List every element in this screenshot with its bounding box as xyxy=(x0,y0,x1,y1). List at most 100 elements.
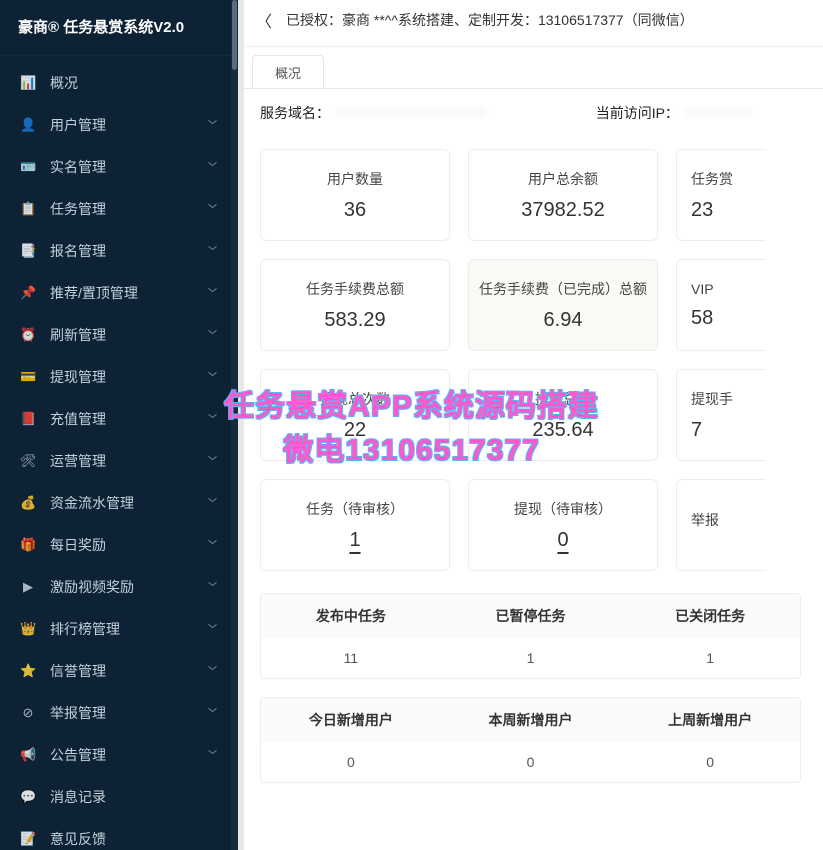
sidebar-item[interactable]: 💬消息记录 xyxy=(0,776,238,818)
nav-icon: 📊 xyxy=(20,75,36,91)
nav-label: 充值管理 xyxy=(50,409,207,429)
nav-icon: ⏰ xyxy=(20,327,36,343)
table-cell: 11 xyxy=(261,638,441,678)
ip-label: 当前访问IP： xyxy=(596,103,679,123)
table-header-cell: 今日新增用户 xyxy=(261,698,441,742)
chevron-down-icon: ﹀ xyxy=(208,453,217,469)
nav-icon: 💰 xyxy=(20,495,36,511)
stat-card: 任务手续费（已完成）总额 6.94 xyxy=(468,259,658,351)
info-row: 服务域名： ····························· 当前访问… xyxy=(238,89,823,137)
table-header-cell: 发布中任务 xyxy=(261,594,441,638)
chevron-down-icon: ﹀ xyxy=(208,369,217,385)
nav-label: 意见反馈 xyxy=(50,829,218,849)
nav-label: 激励视频奖励 xyxy=(50,577,207,597)
sidebar-item[interactable]: 📊 概况 xyxy=(0,62,238,104)
nav-label: 任务管理 xyxy=(50,199,207,219)
table-cell: 0 xyxy=(620,742,800,782)
nav-icon: 🪪 xyxy=(20,159,36,175)
nav-label: 运营管理 xyxy=(50,451,207,471)
domain-value: ····························· xyxy=(336,103,486,123)
nav-icon: 📝 xyxy=(20,831,36,847)
stat-title: 任务赏 xyxy=(691,169,733,189)
nav-icon: 🎁 xyxy=(20,537,36,553)
stat-value: 36 xyxy=(344,199,366,222)
table-header-cell: 上周新增用户 xyxy=(620,698,800,742)
stat-card: 提现总额235.64 xyxy=(468,369,658,461)
table-header-cell: 已暂停任务 xyxy=(441,594,621,638)
table-cell: 0 xyxy=(441,742,621,782)
chevron-down-icon: ﹀ xyxy=(208,411,217,427)
stat-value: 23 xyxy=(691,199,713,222)
sidebar-item[interactable]: 🪪实名管理﹀ xyxy=(0,146,238,188)
sidebar-item[interactable]: 🎁每日奖励﹀ xyxy=(0,524,238,566)
nav-label: 报名管理 xyxy=(50,241,207,261)
chevron-down-icon: ﹀ xyxy=(208,621,217,637)
table-cell: 1 xyxy=(620,638,800,678)
stat-card: VIP58 xyxy=(676,259,766,351)
sidebar-item[interactable]: ⊘举报管理﹀ xyxy=(0,692,238,734)
stat-value: 235.64 xyxy=(532,419,593,442)
stat-value: 583.29 xyxy=(324,309,385,332)
main: 〈 已授权：豪商 **^^系统搭建、定制开发：13106517377（同微信） … xyxy=(238,0,823,850)
sidebar-scroll-thumb[interactable] xyxy=(232,0,237,70)
stat-cards: 用户数量36用户总余额37982.52任务赏23任务手续费总额583.29任务手… xyxy=(260,149,823,571)
sidebar-item[interactable]: 📋任务管理﹀ xyxy=(0,188,238,230)
stat-title: 任务（待审核） xyxy=(306,499,404,519)
sidebar-item[interactable]: 🛠运营管理﹀ xyxy=(0,440,238,482)
nav-icon: ⭐ xyxy=(20,663,36,679)
stat-value: 0 xyxy=(557,529,568,552)
sidebar-item[interactable]: 💳 提现管理﹀ xyxy=(0,356,238,398)
chevron-down-icon: ﹀ xyxy=(208,747,217,763)
sidebar-item[interactable]: 📢公告管理﹀ xyxy=(0,734,238,776)
tab-overview[interactable]: 概况 xyxy=(252,55,324,89)
nav-icon: 👤 xyxy=(20,117,36,133)
sidebar-item[interactable]: 💰资金流水管理﹀ xyxy=(0,482,238,524)
stat-card: 用户数量36 xyxy=(260,149,450,241)
stat-title: 举报 xyxy=(691,510,719,530)
nav: 📊 概况 👤用户管理﹀ 🪪 实名管理 ﹀ 📋任务管理﹀📑报名管理﹀📌推荐/置顶管理﹀⏰刷新管… xyxy=(0,56,238,850)
table-header-cell: 本周新增用户 xyxy=(441,698,621,742)
nav-label: 实名管理 xyxy=(50,157,207,177)
sidebar-item[interactable]: ⭐信誉管理﹀ xyxy=(0,650,238,692)
stat-title: 任务手续费（已完成）总额 xyxy=(479,279,647,299)
sidebar-item[interactable]: 📑报名管理﹀ xyxy=(0,230,238,272)
nav-icon: ▶ xyxy=(20,579,36,595)
nav-icon: 📕 xyxy=(20,411,36,427)
stat-value: 6.94 xyxy=(544,309,583,332)
sidebar-item[interactable]: 📕 充值管理﹀ xyxy=(0,398,238,440)
sidebar-scrollbar[interactable] xyxy=(231,0,238,850)
nav-label: 概况 xyxy=(50,73,218,93)
ip-value: ············· xyxy=(685,103,752,123)
stat-card: 任务赏 23 xyxy=(676,149,766,241)
domain-label: 服务域名： xyxy=(260,103,330,123)
stat-card: 提现手 7 xyxy=(676,369,766,461)
stat-card[interactable]: 任务（待审核）1 xyxy=(260,479,450,571)
stat-title: 提现（待审核） xyxy=(514,499,612,519)
nav-label: 每日奖励 xyxy=(50,535,207,555)
stat-title: 用户总余额 xyxy=(528,169,598,189)
chevron-down-icon: ﹀ xyxy=(208,705,217,721)
chevron-down-icon: ﹀ xyxy=(208,663,217,679)
topbar: 〈 已授权：豪商 **^^系统搭建、定制开发：13106517377（同微信） xyxy=(238,0,823,47)
stat-value: 22 xyxy=(344,419,366,442)
stat-card: 用户总余额37982.52 xyxy=(468,149,658,241)
stat-value: 7 xyxy=(691,419,702,442)
sidebar-item[interactable]: 👤用户管理﹀ xyxy=(0,104,238,146)
stat-title: 提现手 xyxy=(691,389,733,409)
nav-label: 提现管理 xyxy=(50,367,207,387)
stat-card[interactable]: 提现（待审核） 0 xyxy=(468,479,658,571)
brand-title: 豪商® 任务悬赏系统V2.0 xyxy=(0,0,238,56)
nav-icon: 💳 xyxy=(20,369,36,385)
back-icon[interactable]: 〈 xyxy=(252,8,286,32)
nav-icon: 📌 xyxy=(20,285,36,301)
nav-icon: 📢 xyxy=(20,747,36,763)
sidebar-item[interactable]: 👑排行榜管理﹀ xyxy=(0,608,238,650)
nav-icon: 💬 xyxy=(20,789,36,805)
sidebar-item[interactable]: ⏰刷新管理﹀ xyxy=(0,314,238,356)
sidebar-item[interactable]: ▶激励视频奖励﹀ xyxy=(0,566,238,608)
sidebar: 豪商® 任务悬赏系统V2.0 📊 概况 👤用户管理﹀ 🪪 实名管理 ﹀ 📋任务管理﹀📑报名管… xyxy=(0,0,238,850)
sidebar-item[interactable]: 📌推荐/置顶管理﹀ xyxy=(0,272,238,314)
stat-title: 提现总次数 xyxy=(320,389,390,409)
sidebar-item[interactable]: 📝 意见反馈 xyxy=(0,818,238,850)
stat-card: 任务手续费总额583.29 xyxy=(260,259,450,351)
